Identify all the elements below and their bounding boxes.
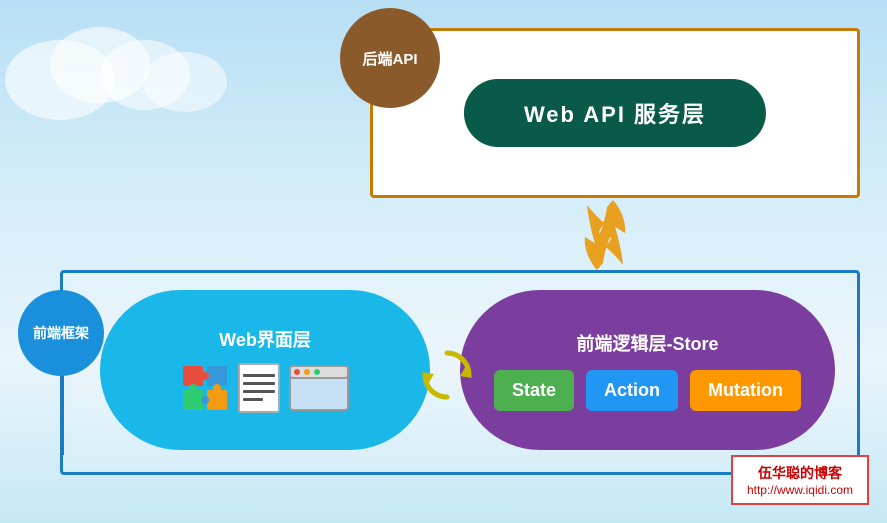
sync-arrows-icon bbox=[420, 348, 475, 403]
web-layer-pill: Web界面层 bbox=[100, 290, 430, 450]
mutation-badge: Mutation bbox=[690, 370, 801, 411]
frontend-framework-circle: 前端框架 bbox=[18, 290, 104, 376]
cloud-decoration bbox=[0, 0, 300, 160]
puzzle-icon bbox=[181, 364, 229, 412]
blog-url: http://www.iqidi.com bbox=[747, 483, 853, 497]
store-layer-title: 前端逻辑层-Store bbox=[576, 330, 718, 356]
web-api-label: Web API 服务层 bbox=[464, 79, 766, 147]
store-badges: State Action Mutation bbox=[494, 370, 801, 411]
web-layer-icons bbox=[181, 362, 349, 414]
store-layer-pill: 前端逻辑层-Store State Action Mutation bbox=[460, 290, 835, 450]
web-api-container: Web API 服务层 bbox=[370, 28, 860, 198]
blog-name: 伍华聪的博客 bbox=[747, 463, 853, 483]
state-badge: State bbox=[494, 370, 574, 411]
action-badge: Action bbox=[586, 370, 678, 411]
blog-info-box: 伍华聪的博客 http://www.iqidi.com bbox=[731, 455, 869, 505]
backend-api-circle: 后端API bbox=[340, 8, 440, 108]
document-icon bbox=[237, 362, 281, 414]
window-icon bbox=[289, 365, 349, 411]
backend-api-label: 后端API bbox=[362, 48, 417, 69]
exchange-arrows-icon bbox=[575, 195, 635, 275]
frontend-framework-label: 前端框架 bbox=[33, 323, 89, 343]
web-layer-title: Web界面层 bbox=[219, 326, 311, 352]
